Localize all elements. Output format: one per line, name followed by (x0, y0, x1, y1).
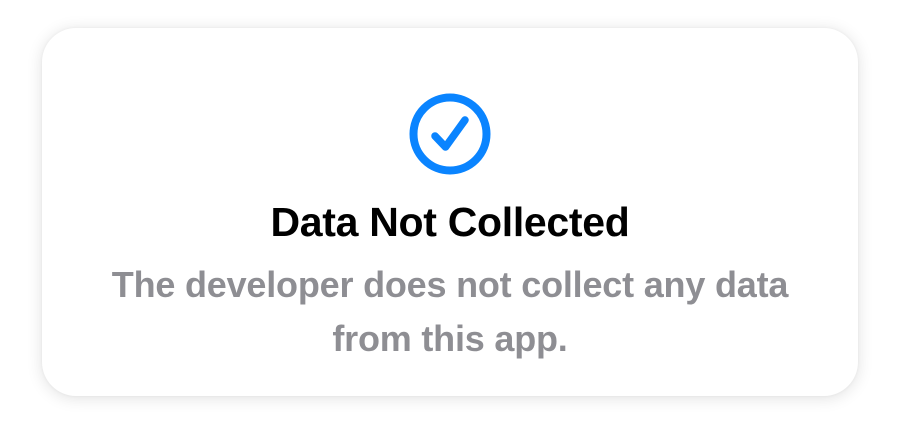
checkmark-circle-icon (408, 92, 492, 176)
card-description: The developer does not collect any data … (111, 264, 789, 359)
card-title: Data Not Collected (270, 199, 630, 245)
